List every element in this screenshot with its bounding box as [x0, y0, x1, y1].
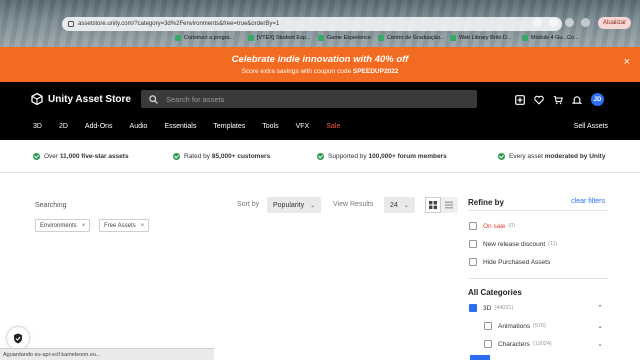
checkbox[interactable] [469, 304, 477, 312]
coupon-code: SPEEDUP2022 [352, 68, 399, 75]
chevron-down-icon: ⌄ [403, 202, 409, 209]
promo-subtext: Score extra savings with coupon code SPE… [241, 68, 399, 75]
extension-icon[interactable] [533, 18, 542, 27]
unity-logo[interactable]: Unity Asset Store [31, 93, 131, 105]
bookmark[interactable]: Centro de Graduação... [378, 35, 444, 41]
nav-item-vfx[interactable]: VFX [296, 123, 310, 130]
avatar[interactable]: JD [591, 93, 604, 106]
lock-icon [68, 21, 74, 27]
browser-toolbar-icons [533, 18, 590, 27]
nav-item-2d[interactable]: 2D [59, 123, 68, 130]
bookmark[interactable]: Módulo 4 Gu...Co... [522, 35, 579, 41]
chevron-down-icon[interactable]: ⌄ [597, 340, 603, 348]
url-text: assetstore.unity.com/?category=3d%2Fenvi… [78, 21, 280, 27]
shield-icon[interactable] [7, 327, 29, 349]
checkbox[interactable] [469, 222, 477, 230]
cart-icon[interactable] [553, 95, 563, 105]
category-characters[interactable]: Characters (13024) [484, 340, 552, 348]
sort-select[interactable]: Popularity ⌄ [267, 197, 322, 213]
remove-filter-icon[interactable]: × [82, 223, 86, 229]
trust-item: Supported by 100,000+ forum members [317, 153, 447, 160]
logo-text: Unity Asset Store [48, 93, 131, 105]
check-circle-icon [173, 153, 180, 160]
filter-option-on-sale[interactable]: On sale (0) [469, 222, 515, 230]
sell-assets-link[interactable]: Sell Assets [574, 123, 608, 130]
chevron-up-icon[interactable]: ⌃ [597, 304, 603, 312]
bookmark[interactable]: Web Library Brito D... [450, 35, 511, 41]
category-nav: 3D 2D Add-Ons Audio Essentials Templates… [33, 123, 357, 130]
check-circle-icon [498, 153, 505, 160]
unity-cube-icon [31, 93, 43, 105]
nav-item-3d[interactable]: 3D [33, 123, 42, 130]
browser-chrome: assetstore.unity.com/?category=3d%2Fenvi… [0, 0, 640, 47]
chevron-down-icon: ⌄ [310, 202, 316, 209]
nav-item-sale[interactable]: Sale [326, 123, 340, 130]
sort-by-label: Sort by [237, 201, 260, 208]
profile-icon[interactable] [581, 18, 590, 27]
checkbox-peek [470, 355, 490, 360]
promo-headline: Celebrate indie innovation with 40% off [231, 54, 409, 65]
chevron-down-icon[interactable]: ⌄ [597, 322, 603, 330]
bookmark-favicon-icon [175, 35, 181, 41]
browser-status-bar: Aguardando eu-api-vcif.kameleoon.eu... [0, 348, 214, 360]
view-results-label: View Results [333, 201, 374, 208]
address-bar[interactable]: assetstore.unity.com/?category=3d%2Fenvi… [62, 17, 562, 31]
refine-title: Refine by [468, 198, 505, 207]
nav-item-templates[interactable]: Templates [213, 123, 245, 130]
checkbox[interactable] [469, 240, 477, 248]
trust-bar: Over 11,000 five-star assets Rated by 85… [0, 140, 640, 173]
filter-chip-environments[interactable]: Environments × [35, 219, 91, 232]
extension-icon[interactable] [549, 18, 558, 27]
refine-panel: Refine by clear filters On sale (0) New r… [460, 190, 615, 360]
checkbox[interactable] [484, 322, 492, 330]
trust-item: Every asset moderated by Unity [498, 153, 605, 160]
search-bar[interactable] [141, 90, 477, 108]
promo-banner[interactable]: Celebrate indie innovation with 40% off … [0, 47, 640, 82]
bookmarks-bar: Construct a progra... [VTEX] Student Exp… [0, 33, 640, 47]
results-per-page-select[interactable]: 24 ⌄ [384, 197, 415, 213]
site-header: Unity Asset Store JD 3D 2D Add-Ons Audio… [0, 82, 640, 140]
remove-filter-icon[interactable]: × [141, 223, 145, 229]
bell-icon[interactable] [572, 95, 582, 105]
trust-item: Rated by 85,000+ customers [173, 153, 270, 160]
bookmark-favicon-icon [522, 35, 528, 41]
extension-icon[interactable] [565, 18, 574, 27]
heart-icon[interactable] [534, 95, 544, 105]
checkbox[interactable] [469, 258, 477, 266]
trust-item: Over 11,000 five-star assets [33, 153, 129, 160]
all-categories-heading: All Categories [468, 288, 522, 297]
nav-item-add-ons[interactable]: Add-Ons [85, 123, 113, 130]
nav-item-audio[interactable]: Audio [130, 123, 148, 130]
category-3d[interactable]: 3D (44031) [469, 304, 513, 312]
nav-item-essentials[interactable]: Essentials [164, 123, 196, 130]
divider [468, 210, 608, 211]
searching-label: Searching [35, 202, 67, 209]
list-view-icon[interactable] [441, 197, 457, 213]
check-circle-icon [317, 153, 324, 160]
filter-option-hide-purchased[interactable]: Hide Purchased Assets [469, 258, 550, 266]
nav-item-tools[interactable]: Tools [262, 123, 278, 130]
bookmark-favicon-icon [248, 35, 254, 41]
update-browser-button[interactable]: Atualizar [598, 17, 631, 29]
clear-filters-link[interactable]: clear filters [571, 198, 605, 205]
grid-view-icon[interactable] [425, 197, 441, 213]
search-icon [149, 94, 158, 104]
filter-chip-free-assets[interactable]: Free Assets × [99, 219, 150, 232]
add-asset-icon[interactable] [515, 94, 525, 105]
header-icons: JD [515, 93, 604, 106]
bookmark-favicon-icon [450, 35, 456, 41]
filter-option-new-release-discount[interactable]: New release discount (11) [469, 240, 558, 248]
divider [468, 278, 608, 279]
bookmark[interactable]: Game Experience [318, 35, 371, 41]
bookmark[interactable]: [VTEX] Student Exp... [248, 35, 311, 41]
bookmark[interactable]: Construct a progra... [175, 35, 234, 41]
search-input[interactable] [166, 94, 446, 104]
bookmark-favicon-icon [378, 35, 384, 41]
check-circle-icon [33, 153, 40, 160]
close-icon[interactable]: × [624, 56, 630, 68]
checkbox[interactable] [484, 340, 492, 348]
view-toggle [425, 197, 458, 213]
bookmark-favicon-icon [318, 35, 324, 41]
category-animations[interactable]: Animations (576) [484, 322, 546, 330]
